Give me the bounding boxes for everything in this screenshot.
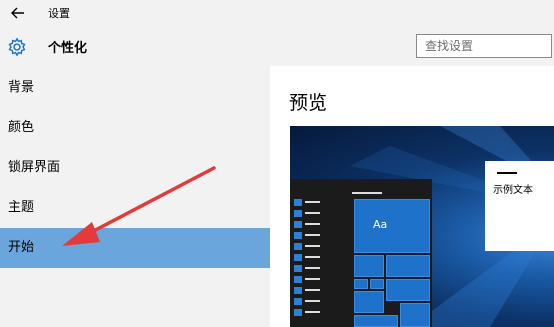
sidebar-item-label: 锁屏界面 xyxy=(8,160,61,175)
main-content: 预览 Aa 示例文本 xyxy=(270,66,554,327)
sidebar-item-lock-screen[interactable]: 锁屏界面 xyxy=(0,148,270,188)
back-arrow-icon xyxy=(11,7,24,19)
sidebar-item-label: 主题 xyxy=(8,200,35,215)
sidebar-item-label: 颜色 xyxy=(8,120,35,135)
gear-icon xyxy=(8,37,26,57)
sidebar-item-label: 开始 xyxy=(8,240,35,255)
sample-window-text: 示例文本 xyxy=(493,185,533,196)
tile-small xyxy=(400,303,430,327)
sidebar: 背景 颜色 锁屏界面 主题 开始 xyxy=(0,66,270,327)
app-title: 设置 xyxy=(48,7,70,20)
tile-small xyxy=(354,279,368,289)
back-button[interactable] xyxy=(8,3,28,23)
tile-medium xyxy=(386,279,430,301)
section-title: 预览 xyxy=(289,92,328,114)
search-input[interactable] xyxy=(417,35,551,57)
search-box[interactable] xyxy=(416,34,552,58)
group-header-line xyxy=(352,192,382,194)
sidebar-item-background[interactable]: 背景 xyxy=(0,68,270,108)
sidebar-item-themes[interactable]: 主题 xyxy=(0,188,270,228)
start-menu-preview: Aa xyxy=(290,179,432,327)
tile-large: Aa xyxy=(354,199,430,253)
page-header: 个性化 xyxy=(0,26,554,66)
app-list-preview xyxy=(294,189,320,316)
tile-medium xyxy=(354,315,398,327)
tile-small xyxy=(354,291,384,313)
sidebar-item-start[interactable]: 开始 xyxy=(0,228,270,268)
title-bar: 设置 xyxy=(0,0,554,26)
tile-label: Aa xyxy=(373,218,388,231)
preview-image: Aa 示例文本 xyxy=(290,126,554,327)
page-title: 个性化 xyxy=(48,41,88,56)
tile-small xyxy=(370,279,384,289)
tile-medium xyxy=(386,255,430,277)
sidebar-item-colors[interactable]: 颜色 xyxy=(0,108,270,148)
sidebar-item-label: 背景 xyxy=(8,80,35,95)
sample-window-bar xyxy=(497,172,517,174)
tile-small xyxy=(354,255,384,277)
sample-window-preview: 示例文本 xyxy=(485,161,554,251)
